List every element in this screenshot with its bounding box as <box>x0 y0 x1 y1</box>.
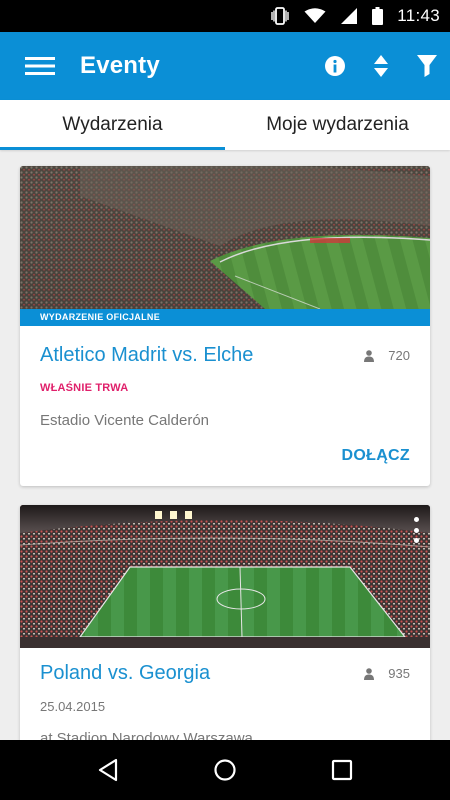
home-icon <box>214 759 236 781</box>
info-button[interactable] <box>312 32 358 100</box>
official-badge: WYDARZENIE OFICJALNE <box>20 309 430 326</box>
status-badge: WŁAŚNIE TRWA <box>40 382 129 394</box>
filter-icon <box>417 55 437 77</box>
home-button[interactable] <box>205 750 245 790</box>
filter-button[interactable] <box>404 32 450 100</box>
more-options-icon[interactable] <box>412 517 420 543</box>
event-venue: at Stadion Narodowy Warszawa <box>40 730 253 740</box>
wifi-icon <box>304 8 326 24</box>
back-icon <box>99 758 118 782</box>
sort-button[interactable] <box>358 32 404 100</box>
status-bar: 11:43 <box>0 0 450 32</box>
event-list[interactable]: WYDARZENIE OFICJALNE Atletico Madrit vs.… <box>0 150 450 740</box>
tab-my-events[interactable]: Moje wydarzenia <box>225 100 450 150</box>
recents-icon <box>331 759 352 781</box>
attendee-count: 720 <box>364 348 410 363</box>
system-nav-bar <box>0 740 450 800</box>
signal-icon <box>340 7 358 25</box>
menu-icon <box>25 57 55 75</box>
event-card[interactable]: WYDARZENIE OFICJALNE Atletico Madrit vs.… <box>20 166 430 486</box>
vibrate-icon <box>270 7 290 25</box>
tab-bar: Wydarzenia Moje wydarzenia <box>0 100 450 150</box>
clock: 11:43 <box>397 6 440 25</box>
app-bar: Eventy <box>0 32 450 100</box>
event-venue: Estadio Vicente Calderón <box>40 412 209 429</box>
info-icon <box>325 56 345 76</box>
event-title: Atletico Madrit vs. Elche <box>40 344 254 366</box>
person-icon <box>364 667 375 680</box>
menu-button[interactable] <box>0 32 80 100</box>
attendee-number: 935 <box>388 666 410 681</box>
event-image <box>20 505 430 648</box>
event-card[interactable]: Poland vs. Georgia 935 25.04.2015 at Sta… <box>20 505 430 740</box>
app-title: Eventy <box>80 52 160 79</box>
join-button[interactable]: DOŁĄCZ <box>342 447 410 465</box>
battery-icon <box>372 7 384 25</box>
event-title: Poland vs. Georgia <box>40 662 211 684</box>
person-icon <box>364 349 375 362</box>
attendee-count: 935 <box>364 666 410 681</box>
back-button[interactable] <box>88 750 128 790</box>
recents-button[interactable] <box>322 750 362 790</box>
sort-icon <box>374 55 388 77</box>
event-image <box>20 166 430 309</box>
attendee-number: 720 <box>388 348 410 363</box>
tab-events[interactable]: Wydarzenia <box>0 100 225 150</box>
event-date: 25.04.2015 <box>40 699 106 714</box>
